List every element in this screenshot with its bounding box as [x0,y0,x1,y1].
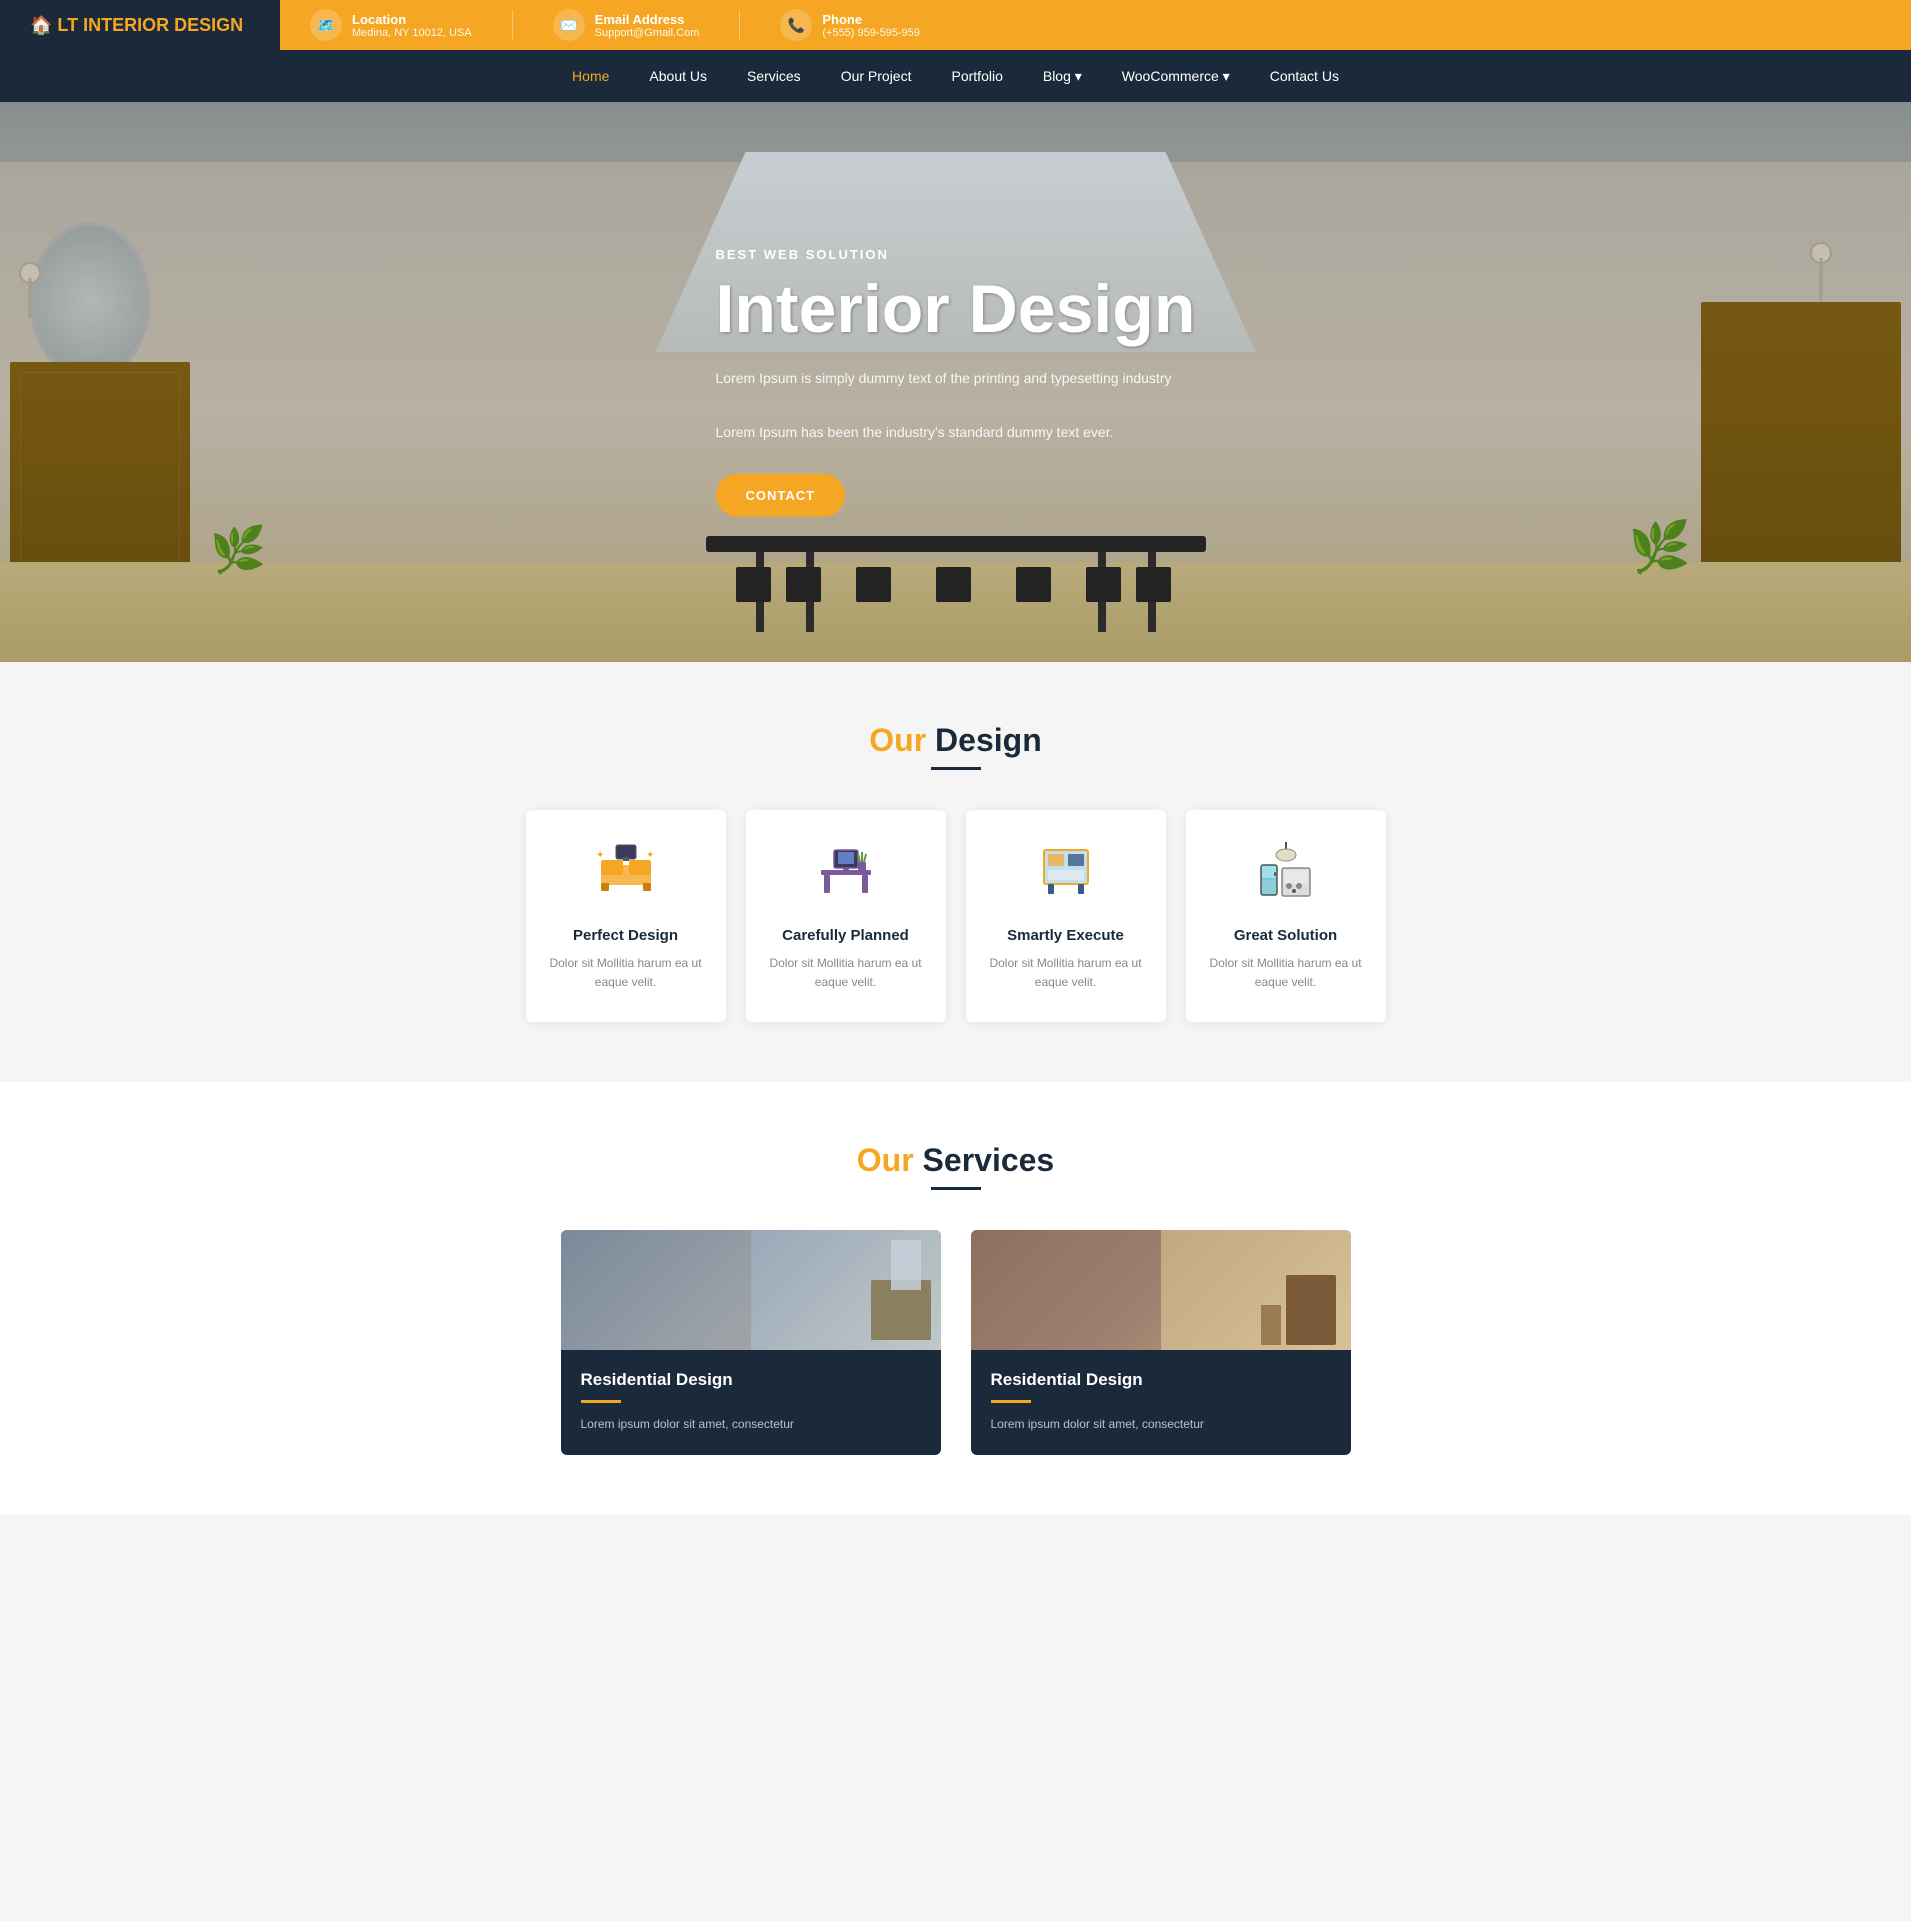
brand-lt: 🏠 LT [30,15,78,35]
nav-link-project[interactable]: Our Project [821,52,932,100]
design-card-desc-1: Dolor sit Mollitia harum ea ut eaque vel… [766,954,926,992]
phone-text: Phone (+555) 959-595-959 [822,12,920,39]
services-title-our: Our [857,1142,914,1178]
services-title-underline [931,1187,981,1190]
phone-icon: 📞 [780,9,812,41]
main-nav: Home About Us Services Our Project Portf… [0,50,1911,102]
service-card-body-1: Residential Design Lorem ipsum dolor sit… [971,1350,1351,1454]
phone-info: 📞 Phone (+555) 959-595-959 [780,9,920,41]
svg-text:✦: ✦ [596,850,604,861]
location-icon: 🗺️ [310,9,342,41]
service-card-desc-0: Lorem ipsum dolor sit amet, consectetur [581,1415,921,1434]
design-card-3: Great Solution Dolor sit Mollitia harum … [1186,810,1386,1022]
email-label: Email Address [595,12,700,27]
service-card-img-0 [561,1230,941,1350]
nav-link-services[interactable]: Services [727,52,821,100]
design-cards-container: ✦ ✦ Perfect Design Dolor sit Mollitia ha… [506,810,1406,1022]
our-design-section: Our Design ✦ ✦ Pe [0,662,1911,1082]
hero-content: BEST WEB SOLUTION Interior Design Lorem … [656,247,1256,517]
nav-item-woo[interactable]: WooCommerce ▾ [1102,52,1250,101]
location-info: 🗺️ Location Medina, NY 10012, USA [310,9,472,41]
top-bar: 🏠 LT INTERIOR DESIGN 🗺️ Location Medina,… [0,0,1911,50]
hero-subtitle: BEST WEB SOLUTION [716,247,1196,262]
nav-item-blog[interactable]: Blog ▾ [1023,52,1102,101]
design-title-main: Design [926,722,1042,758]
hero-desc1: Lorem Ipsum is simply dummy text of the … [716,367,1196,391]
design-card-0: ✦ ✦ Perfect Design Dolor sit Mollitia ha… [526,810,726,1022]
email-text: Email Address Support@Gmail.Com [595,12,700,39]
design-card-title-0: Perfect Design [546,927,706,944]
design-card-icon-1 [766,840,926,913]
design-card-icon-2 [986,840,1146,913]
location-text: Location Medina, NY 10012, USA [352,12,472,39]
nav-link-home[interactable]: Home [552,52,629,100]
phone-value: (+555) 959-595-959 [822,27,920,39]
design-card-title-2: Smartly Execute [986,927,1146,944]
service-card-img-1 [971,1230,1351,1350]
design-section-title: Our Design [40,722,1871,759]
brand-logo: 🏠 LT INTERIOR DESIGN [30,15,243,36]
services-section-title: Our Services [40,1142,1871,1179]
phone-label: Phone [822,12,920,27]
nav-item-contact[interactable]: Contact Us [1250,52,1359,101]
nav-link-about[interactable]: About Us [629,52,727,100]
design-card-icon-0: ✦ ✦ [546,840,706,913]
services-title-main: Services [914,1142,1055,1178]
our-services-section: Our Services Residential Design Lorem ip… [0,1082,1911,1514]
email-value: Support@Gmail.Com [595,27,700,39]
email-icon: ✉️ [553,9,585,41]
design-card-title-3: Great Solution [1206,927,1366,944]
service-card-title-0: Residential Design [581,1370,921,1390]
design-card-desc-0: Dolor sit Mollitia harum ea ut eaque vel… [546,954,706,992]
nav-item-services[interactable]: Services [727,52,821,101]
design-card-1: Carefully Planned Dolor sit Mollitia har… [746,810,946,1022]
service-card-0: Residential Design Lorem ipsum dolor sit… [561,1230,941,1454]
nav-item-project[interactable]: Our Project [821,52,932,101]
design-card-desc-2: Dolor sit Mollitia harum ea ut eaque vel… [986,954,1146,992]
nav-link-portfolio[interactable]: Portfolio [932,52,1023,100]
brand-area: 🏠 LT INTERIOR DESIGN [0,0,280,50]
hero-cta-button[interactable]: CONTACT [716,474,846,517]
svg-text:✦: ✦ [646,850,654,861]
email-info: ✉️ Email Address Support@Gmail.Com [553,9,700,41]
service-card-underline-0 [581,1400,621,1403]
location-value: Medina, NY 10012, USA [352,27,472,39]
hero-desc2: Lorem Ipsum has been the industry's stan… [716,420,1196,444]
nav-item-about[interactable]: About Us [629,52,727,101]
nav-list: Home About Us Services Our Project Portf… [552,52,1359,101]
nav-item-portfolio[interactable]: Portfolio [932,52,1023,101]
brand-rest: INTERIOR DESIGN [83,15,243,35]
divider-1 [512,10,513,40]
design-card-2: Smartly Execute Dolor sit Mollitia harum… [966,810,1166,1022]
nav-link-contact[interactable]: Contact Us [1250,52,1359,100]
nav-item-home[interactable]: Home [552,52,629,101]
hero-section: 🌿 🌿 BEST WEB SOLUTION Interior Design Lo… [0,102,1911,662]
service-card-desc-1: Lorem ipsum dolor sit amet, consectetur [991,1415,1331,1434]
design-title-our: Our [869,722,926,758]
service-card-1: Residential Design Lorem ipsum dolor sit… [971,1230,1351,1454]
location-label: Location [352,12,472,27]
design-title-underline [931,767,981,770]
hero-title: Interior Design [716,272,1196,347]
nav-link-blog[interactable]: Blog ▾ [1023,52,1102,101]
divider-2 [739,10,740,40]
service-card-title-1: Residential Design [991,1370,1331,1390]
top-bar-info: 🗺️ Location Medina, NY 10012, USA ✉️ Ema… [280,0,1911,50]
design-card-title-1: Carefully Planned [766,927,926,944]
service-card-underline-1 [991,1400,1031,1403]
service-card-body-0: Residential Design Lorem ipsum dolor sit… [561,1350,941,1454]
services-cards-container: Residential Design Lorem ipsum dolor sit… [506,1230,1406,1454]
design-card-icon-3 [1206,840,1366,913]
nav-link-woo[interactable]: WooCommerce ▾ [1102,52,1250,101]
design-card-desc-3: Dolor sit Mollitia harum ea ut eaque vel… [1206,954,1366,992]
